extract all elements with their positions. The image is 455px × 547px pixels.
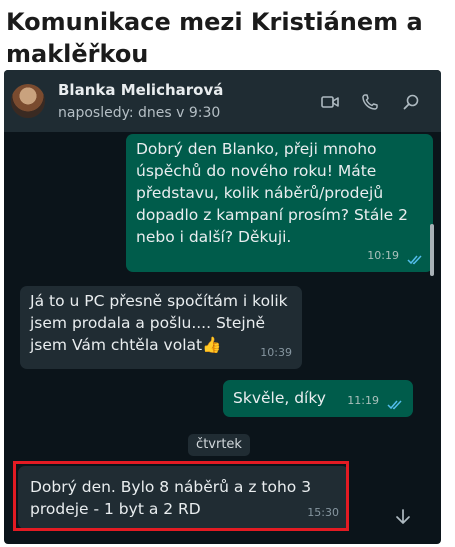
message-text: Dobrý den Blanko, přeji mnoho úspěchů do… — [136, 140, 409, 246]
video-call-icon[interactable] — [320, 92, 340, 112]
outgoing-message[interactable]: Dobrý den Blanko, přeji mnoho úspěchů do… — [126, 134, 433, 272]
message-text: Já to u PC přesně spočítám i kolik jsem … — [30, 292, 288, 354]
read-receipt-icon — [387, 400, 402, 410]
chevron-down-icon[interactable] — [392, 506, 414, 528]
contact-status: naposledy: dnes v 9:30 — [58, 105, 221, 121]
page-title: Komunikace mezi Kristiánem a maklěřkou — [6, 8, 423, 68]
read-receipt-icon — [407, 255, 422, 265]
chat-header[interactable]: Blanka Melicharová naposledy: dnes v 9:3… — [4, 70, 441, 132]
scrollbar[interactable] — [430, 224, 434, 276]
contact-name[interactable]: Blanka Melicharová — [58, 81, 223, 99]
highlight-frame — [13, 461, 349, 531]
chat-window: Blanka Melicharová naposledy: dnes v 9:3… — [4, 70, 441, 544]
avatar[interactable] — [11, 84, 45, 118]
message-time: 11:19 — [347, 394, 379, 407]
day-separator: čtvrtek — [188, 434, 250, 456]
message-time: 10:39 — [260, 346, 292, 359]
message-time: 10:19 — [367, 249, 399, 262]
phone-icon[interactable] — [360, 92, 380, 112]
search-icon[interactable] — [401, 92, 421, 112]
outgoing-message[interactable]: Skvěle, díky 11:19 — [223, 380, 413, 417]
incoming-message[interactable]: Já to u PC přesně spočítám i kolik jsem … — [20, 286, 302, 369]
